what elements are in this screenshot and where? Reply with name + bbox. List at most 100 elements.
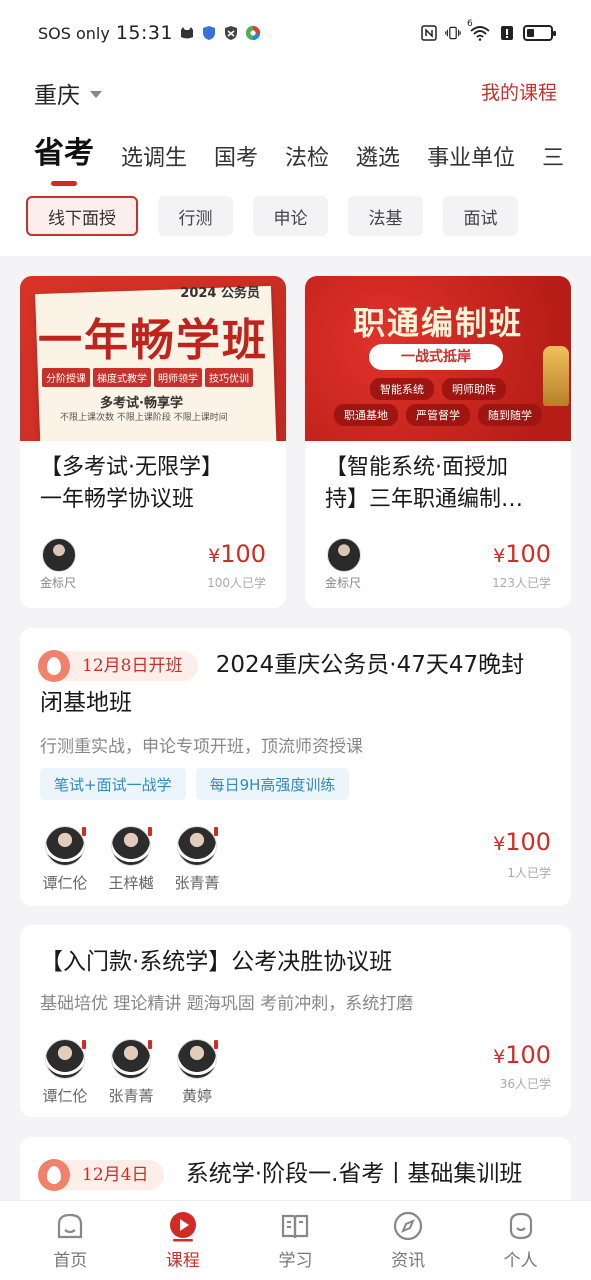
avatar [111, 1039, 152, 1079]
course-title: 【智能系统·面授加 持】三年职通编制… [325, 452, 553, 516]
tab-label: 省考 [34, 136, 94, 171]
price-value: 100 [505, 540, 551, 568]
teacher-list: 谭仁伦 王梓樾 张青菁 [42, 826, 220, 893]
status-bar: SOS only 15:31 6 [0, 0, 591, 66]
banner-tag: 智能系统 [370, 378, 434, 400]
status-left: SOS only 15:31 [38, 22, 261, 44]
avatar [177, 826, 218, 866]
home-icon [58, 1213, 83, 1239]
banner-ribbon: 一战式抵岸 [369, 344, 503, 370]
compass-icon [393, 1211, 423, 1241]
avatar [45, 1039, 86, 1079]
teacher[interactable]: 张青菁 [174, 826, 220, 893]
banner-tag: 分阶授课 [42, 368, 90, 387]
chip-faji[interactable]: 法基 [348, 196, 423, 236]
teacher-list: 谭仁伦 张青菁 黄婷 [42, 1039, 220, 1106]
course-card[interactable]: 职通编制班 一战式抵岸 智能系统 明师助阵 职通基地 严管督学 随到随学 【智能… [305, 276, 571, 608]
tab-national-exam[interactable]: 国考 [214, 132, 258, 172]
teacher[interactable]: 王梓樾 [108, 826, 154, 893]
teacher-name: 黄婷 [181, 1087, 212, 1105]
my-courses-link[interactable]: 我的课程 [481, 78, 557, 105]
teacher[interactable]: 谭仁伦 [42, 1039, 88, 1106]
course-card[interactable]: 2024 公务员 一年畅学班 分阶授课 梯度式教学 明师领学 技巧优训 多考试·… [20, 276, 286, 608]
shield-icon [201, 25, 217, 41]
nav-label: 课程 [165, 1251, 200, 1271]
vpn-icon [223, 25, 239, 41]
nav-label: 首页 [53, 1251, 88, 1271]
teacher[interactable]: 张青菁 [108, 1039, 154, 1106]
course-banner: 2024 公务员 一年畅学班 分阶授课 梯度式教学 明师领学 技巧优训 多考试·… [20, 276, 286, 441]
learner-count: 123人已学 [492, 576, 551, 590]
banner-tag: 随到随学 [478, 404, 542, 426]
currency-symbol: ¥ [208, 545, 221, 567]
chip-shenlun[interactable]: 申论 [253, 196, 328, 236]
city-label: 重庆 [34, 83, 80, 109]
avatar [42, 538, 76, 572]
teacher[interactable]: 黄婷 [174, 1039, 220, 1106]
course-banner: 职通编制班 一战式抵岸 智能系统 明师助阵 职通基地 严管督学 随到随学 [305, 276, 571, 441]
price: ¥100 [493, 540, 551, 568]
teacher[interactable]: 谭仁伦 [42, 826, 88, 893]
start-date-badge: 12月8日开班 [38, 649, 199, 682]
chip-interview[interactable]: 面试 [443, 196, 518, 236]
course-card[interactable]: 【入门款·系统学】公考决胜协议班 基础培优 理论精讲 题海巩固 考前冲刺，系统打… [20, 925, 571, 1117]
start-date-badge: 12月4日 [38, 1158, 165, 1191]
nfc-icon [421, 25, 437, 41]
header: 重庆 我的课程 省考 选调生 国考 法检 遴选 事业单位 三 线下面授 行测 申… [0, 66, 591, 256]
feature-pill: 每日9H高强度训练 [195, 768, 350, 800]
course-title-line: 一年畅学协议班 [40, 487, 195, 512]
play-icon [169, 1212, 196, 1242]
course-title-line: 【智能系统·面授加 [325, 455, 508, 480]
nav-profile[interactable]: 个人 [481, 1210, 561, 1271]
banner-tags: 分阶授课 梯度式教学 明师领学 技巧优训 [42, 368, 253, 387]
course-subtitle: 行测重实战，申论专项开班，顶流师资授课 [40, 737, 363, 757]
banner-year: 2024 公务员 [180, 286, 260, 301]
banner-tag: 梯度式教学 [93, 368, 151, 387]
banner-tag: 严管督学 [406, 404, 470, 426]
battery-icon [523, 25, 556, 41]
flame-icon [38, 1158, 70, 1191]
course-title: 【入门款·系统学】公考决胜协议班 [40, 949, 393, 975]
teacher-name: 王梓樾 [108, 874, 154, 892]
feature-pill: 笔试+面试一战学 [40, 768, 186, 800]
banner-title: 一年畅学班 [38, 315, 268, 366]
tab-provincial-exam[interactable]: 省考 [34, 132, 94, 186]
course-card[interactable]: 12月8日开班 2024重庆公务员·47天47晚封 闭基地班 行测重实战，申论专… [20, 628, 571, 906]
nav-home[interactable]: 首页 [30, 1210, 110, 1271]
learner-count: 1人已学 [507, 866, 551, 880]
chip-offline[interactable]: 线下面授 [26, 196, 138, 236]
tab-law-prosecution[interactable]: 法检 [285, 132, 329, 172]
tab-public-institution[interactable]: 事业单位 [427, 132, 515, 172]
nav-label: 学习 [278, 1251, 313, 1271]
price: ¥100 [493, 828, 551, 856]
avatar [177, 1039, 218, 1079]
avatar [45, 826, 86, 866]
course-pills: 笔试+面试一战学 每日9H高强度训练 [40, 768, 359, 800]
course-title-line: 【多考试·无限学】 [40, 455, 223, 480]
start-date-text: 12月8日开班 [82, 655, 183, 676]
trophy-icon [543, 346, 569, 406]
teacher-name: 金标尺 [40, 576, 77, 590]
nav-news[interactable]: 资讯 [368, 1210, 448, 1271]
book-icon [282, 1214, 309, 1239]
currency-symbol: ¥ [493, 833, 506, 855]
currency-symbol: ¥ [493, 1046, 506, 1068]
app-icon [245, 25, 261, 41]
tab-selection[interactable]: 遴选 [356, 132, 400, 172]
flame-icon [38, 649, 70, 682]
nav-courses[interactable]: 课程 [143, 1210, 223, 1271]
city-selector[interactable]: 重庆 [34, 76, 102, 110]
filter-chips: 线下面授 行测 申论 法基 面试 [26, 196, 518, 236]
tab-more[interactable]: 三 [542, 132, 564, 172]
banner-tag: 明师领学 [154, 368, 202, 387]
alert-icon [499, 25, 515, 41]
banner-fineprint: 不限上课次数 不限上课阶段 不限上课时间 [60, 413, 228, 423]
banner-tag: 技巧优训 [205, 368, 253, 387]
profile-icon [509, 1212, 532, 1240]
nav-study[interactable]: 学习 [255, 1210, 335, 1271]
course-title-line: 闭基地班 [40, 690, 132, 716]
banner-title: 职通编制班 [352, 304, 523, 342]
tab-selected-graduates[interactable]: 选调生 [121, 132, 187, 172]
chip-xingce[interactable]: 行测 [158, 196, 233, 236]
vibrate-icon [445, 25, 461, 41]
